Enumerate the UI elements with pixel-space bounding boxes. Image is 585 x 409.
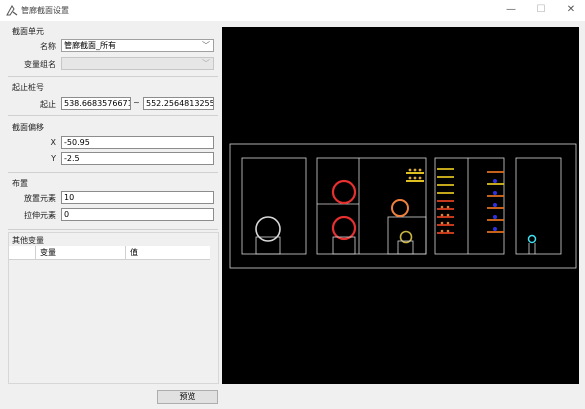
section-unit-title: 截面单元 <box>12 27 44 36</box>
layout-title: 布置 <box>12 179 28 188</box>
x-label: X <box>50 138 56 147</box>
compartment-4 <box>515 157 562 255</box>
pipe-orange <box>391 199 409 217</box>
pipe-support <box>255 236 281 255</box>
section-drawing <box>229 143 577 269</box>
y-label: Y <box>51 154 56 163</box>
pipe-cyan <box>527 234 537 244</box>
table-header-cell[interactable]: 变量 <box>36 246 126 259</box>
start-end-label: 起止 <box>40 100 56 109</box>
var-group-select[interactable]: ﹀ <box>61 57 214 70</box>
chevron-down-icon: ﹀ <box>202 59 210 68</box>
cable-markers-right <box>493 179 497 231</box>
pipe-red <box>331 179 357 205</box>
divider <box>8 115 218 116</box>
window-title: 管廊截面设置 <box>21 6 69 15</box>
stretch-elements-label: 拉伸元素 <box>24 211 56 220</box>
offset-title: 截面偏移 <box>12 123 44 132</box>
var-group-label: 变量组名 <box>24 60 56 69</box>
start-chainage-input[interactable]: 538.668357667101 <box>61 97 131 110</box>
name-label: 名称 <box>40 42 56 51</box>
other-vars-title: 其他变量 <box>12 236 44 245</box>
name-select-value: 管廊截面_所有 <box>64 41 116 50</box>
cable-tray-stack-left <box>437 168 454 234</box>
name-select[interactable]: 管廊截面_所有 ﹀ <box>61 39 214 52</box>
end-chainage-input[interactable]: 552.256481325596 <box>143 97 214 110</box>
offset-x-input[interactable]: -50.95 <box>61 136 214 149</box>
divider <box>8 172 218 173</box>
divider <box>8 229 218 230</box>
minimize-button[interactable]: — <box>496 0 526 21</box>
chainage-title: 起止桩号 <box>12 83 44 92</box>
maximize-button[interactable]: ☐ <box>526 0 556 21</box>
place-elements-label: 放置元素 <box>24 194 56 203</box>
table-header-cell[interactable]: 值 <box>126 246 210 259</box>
title-bar: 管廊截面设置 — ☐ ✕ <box>0 0 585 21</box>
preview-canvas[interactable] <box>222 27 579 384</box>
stretch-elements-input[interactable]: 0 <box>61 208 214 221</box>
app-icon <box>6 5 18 16</box>
place-elements-input[interactable]: 10 <box>61 191 214 204</box>
offset-y-input[interactable]: -2.5 <box>61 152 214 165</box>
close-button[interactable]: ✕ <box>556 0 585 21</box>
table-header-cell[interactable] <box>9 246 36 259</box>
variables-table[interactable]: 变量 值 <box>9 246 210 260</box>
section-outline <box>229 143 577 269</box>
range-separator: ~ <box>133 98 140 107</box>
pipe-red <box>331 215 357 241</box>
sub-compartment <box>387 216 427 255</box>
preview-button[interactable]: 预览 <box>157 390 218 404</box>
divider <box>8 76 218 77</box>
chevron-down-icon: ﹀ <box>202 41 210 50</box>
